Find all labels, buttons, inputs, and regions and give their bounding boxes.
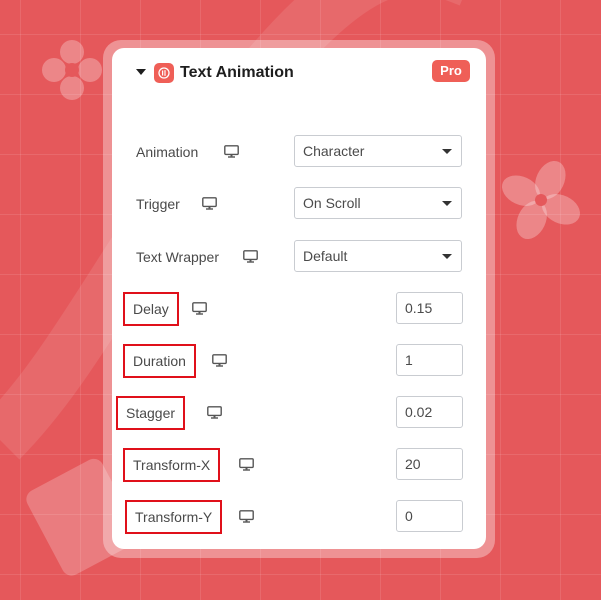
caret-down-icon[interactable]: [136, 69, 146, 75]
chevron-down-icon: [442, 149, 452, 154]
trigger-label: Trigger: [136, 196, 180, 212]
duration-input[interactable]: [396, 344, 463, 376]
transform-y-row: Transform-Y: [112, 500, 486, 534]
stagger-label: Stagger: [116, 396, 186, 430]
chevron-down-icon: [442, 254, 452, 259]
transform-y-input[interactable]: [396, 500, 463, 532]
animation-select[interactable]: Character: [294, 135, 462, 167]
transform-x-label: Transform-X: [123, 448, 221, 482]
stagger-input[interactable]: [396, 396, 463, 428]
elementor-icon: [154, 63, 174, 83]
text-animation-panel: Text Animation Pro Animation Character T…: [112, 48, 486, 549]
text-wrapper-select-value: Default: [303, 248, 348, 264]
panel-header[interactable]: Text Animation Pro: [112, 48, 486, 96]
trigger-row: Trigger On Scroll: [112, 187, 486, 221]
transform-x-input[interactable]: [396, 448, 463, 480]
pro-badge: Pro: [432, 60, 470, 82]
text-wrapper-select[interactable]: Default: [294, 240, 462, 272]
monitor-icon[interactable]: [243, 250, 258, 263]
animation-row: Animation Character: [112, 135, 486, 169]
text-wrapper-row: Text Wrapper Default: [112, 240, 486, 274]
duration-label: Duration: [123, 344, 196, 378]
text-wrapper-label: Text Wrapper: [136, 249, 219, 265]
animation-label: Animation: [136, 144, 199, 160]
monitor-icon[interactable]: [212, 354, 227, 367]
monitor-icon[interactable]: [207, 406, 222, 419]
animation-select-value: Character: [303, 143, 365, 159]
panel-title: Text Animation: [180, 64, 294, 81]
transform-x-row: Transform-X: [112, 448, 486, 482]
transform-y-label: Transform-Y: [125, 500, 223, 534]
delay-input[interactable]: [396, 292, 463, 324]
trigger-select[interactable]: On Scroll: [294, 187, 462, 219]
monitor-icon[interactable]: [192, 302, 207, 315]
monitor-icon[interactable]: [224, 145, 239, 158]
chevron-down-icon: [442, 201, 452, 206]
duration-row: Duration: [112, 344, 486, 378]
monitor-icon[interactable]: [239, 510, 254, 523]
delay-row: Delay: [112, 292, 486, 326]
trigger-select-value: On Scroll: [303, 195, 361, 211]
monitor-icon[interactable]: [202, 197, 217, 210]
delay-label: Delay: [123, 292, 179, 326]
monitor-icon[interactable]: [239, 458, 254, 471]
stagger-row: Stagger: [112, 396, 486, 430]
